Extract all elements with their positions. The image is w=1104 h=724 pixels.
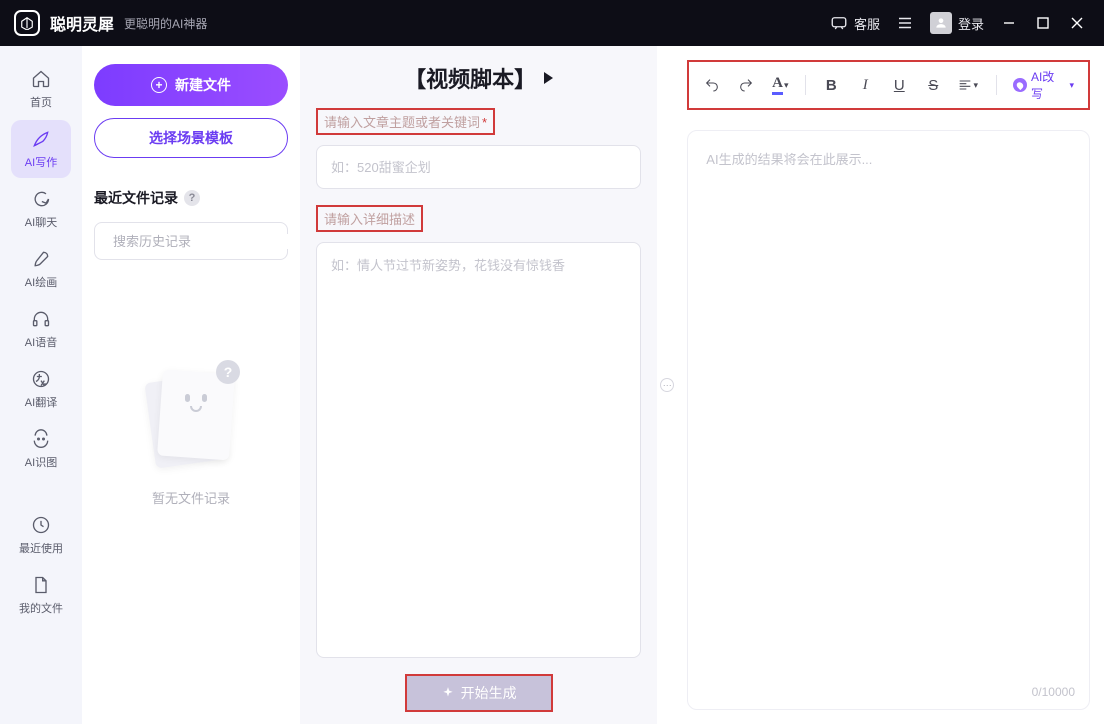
app-name: 聪明灵犀 <box>50 11 114 35</box>
login-label: 登录 <box>958 14 984 33</box>
chevron-down-icon: ▾ <box>1069 80 1074 91</box>
title-bar: 聪明灵犀 更聪明的AI神器 客服 登录 <box>0 0 1104 46</box>
generate-button[interactable]: 开始生成 <box>405 674 553 712</box>
panel-divider[interactable]: ⋯ <box>657 46 677 724</box>
recent-title: 最近文件记录 <box>94 188 178 208</box>
nav-ai-translate[interactable]: AI翻译 <box>11 360 71 418</box>
plus-icon: + <box>151 77 167 93</box>
nav-label: AI写作 <box>25 154 57 170</box>
nav-label: 最近使用 <box>19 540 63 556</box>
login-button[interactable]: 登录 <box>922 8 992 38</box>
script-type-selector[interactable]: 【视频脚本】 <box>316 62 641 94</box>
search-history-input[interactable] <box>113 234 289 249</box>
headphone-icon <box>30 308 52 330</box>
nav-ai-paint[interactable]: AI绘画 <box>11 240 71 298</box>
nav-home[interactable]: 首页 <box>11 60 71 118</box>
align-button[interactable]: ▾ <box>952 72 982 98</box>
nav-label: 我的文件 <box>19 600 63 616</box>
nav-label: AI识图 <box>25 454 57 470</box>
underline-button[interactable]: U <box>884 72 914 98</box>
nav-ai-chat[interactable]: AI聊天 <box>11 180 71 238</box>
home-icon <box>30 68 52 90</box>
recent-icon <box>30 514 52 536</box>
nav-label: 首页 <box>30 94 52 110</box>
result-area[interactable]: AI生成的结果将会在此展示... 0/10000 <box>687 130 1090 710</box>
nav-ai-audio[interactable]: AI语音 <box>11 300 71 358</box>
file-icon <box>30 574 52 596</box>
left-panel: + 新建文件 选择场景模板 最近文件记录 ? ? 暂无文件记录 <box>82 46 300 724</box>
empty-state: ? 暂无文件记录 <box>94 370 288 507</box>
sidebar: 首页 AI写作 AI聊天 AI绘画 AI语音 AI翻译 AI识图 最 <box>0 46 82 724</box>
middle-panel: 【视频脚本】 请输入文章主题或者关键词* 请输入详细描述 开始生成 <box>300 46 657 724</box>
sparkle-icon <box>441 686 455 700</box>
choose-template-button[interactable]: 选择场景模板 <box>94 118 288 158</box>
droplet-icon <box>1013 78 1027 92</box>
toolbar-separator <box>805 75 806 95</box>
topic-input[interactable] <box>316 145 641 189</box>
vision-icon <box>30 428 52 450</box>
nav-label: AI语音 <box>25 334 57 350</box>
app-tagline: 更聪明的AI神器 <box>124 15 207 32</box>
customer-service-button[interactable]: 客服 <box>822 8 888 38</box>
choose-template-label: 选择场景模板 <box>149 128 233 148</box>
brush-icon <box>30 248 52 270</box>
new-file-label: 新建文件 <box>175 75 231 95</box>
nav-ai-writing[interactable]: AI写作 <box>11 120 71 178</box>
window-maximize-button[interactable] <box>1026 8 1060 38</box>
script-type-label: 【视频脚本】 <box>404 62 536 94</box>
ai-rewrite-label: AI改写 <box>1031 68 1066 102</box>
char-counter: 0/10000 <box>1032 685 1075 699</box>
toolbar-separator <box>996 75 997 95</box>
divider-handle-icon: ⋯ <box>660 378 674 392</box>
undo-button[interactable] <box>697 72 727 98</box>
empty-illustration: ? <box>146 370 236 470</box>
play-icon <box>544 72 553 84</box>
app-logo <box>14 10 40 36</box>
menu-button[interactable] <box>888 8 922 38</box>
redo-button[interactable] <box>731 72 761 98</box>
strike-button[interactable]: S <box>918 72 948 98</box>
editor-toolbar: A▾ B I U S ▾ AI改写 ▾ <box>687 60 1090 110</box>
recent-files-heading: 最近文件记录 ? <box>94 188 288 208</box>
translate-icon <box>30 368 52 390</box>
right-panel: A▾ B I U S ▾ AI改写 ▾ AI生成的结果将会在此展示... 0/1… <box>677 46 1104 724</box>
italic-button[interactable]: I <box>850 72 880 98</box>
search-history-box[interactable] <box>94 222 288 260</box>
nav-label: AI聊天 <box>25 214 57 230</box>
new-file-button[interactable]: + 新建文件 <box>94 64 288 106</box>
generate-label: 开始生成 <box>461 683 517 703</box>
pen-icon <box>30 128 52 150</box>
result-placeholder: AI生成的结果将会在此展示... <box>706 152 872 167</box>
window-close-button[interactable] <box>1060 8 1094 38</box>
customer-service-label: 客服 <box>854 14 880 33</box>
nav-label: AI绘画 <box>25 274 57 290</box>
description-input[interactable] <box>316 242 641 658</box>
nav-my-files[interactable]: 我的文件 <box>11 566 71 624</box>
ai-rewrite-button[interactable]: AI改写 ▾ <box>1007 68 1080 102</box>
help-icon[interactable]: ? <box>184 190 200 206</box>
nav-label: AI翻译 <box>25 394 57 410</box>
topic-label: 请输入文章主题或者关键词* <box>316 108 495 135</box>
chat-icon <box>30 188 52 210</box>
window-minimize-button[interactable] <box>992 8 1026 38</box>
bold-button[interactable]: B <box>816 72 846 98</box>
empty-text: 暂无文件记录 <box>152 488 230 507</box>
nav-recent[interactable]: 最近使用 <box>11 506 71 564</box>
description-label: 请输入详细描述 <box>316 205 423 232</box>
font-color-button[interactable]: A▾ <box>765 72 795 98</box>
avatar-icon <box>930 12 952 34</box>
nav-ai-vision[interactable]: AI识图 <box>11 420 71 478</box>
